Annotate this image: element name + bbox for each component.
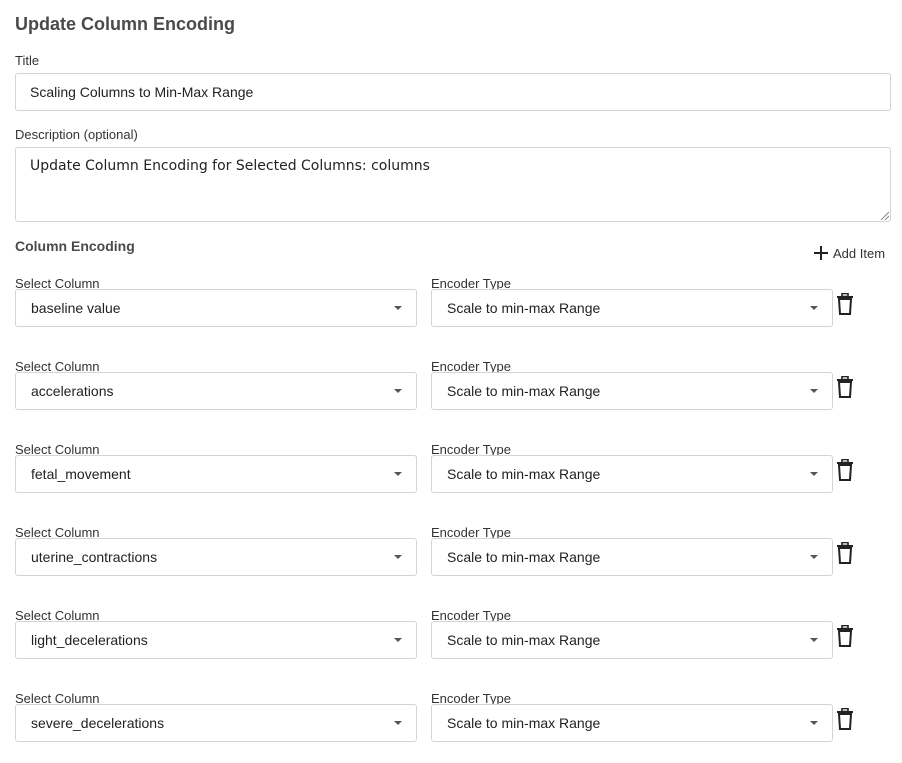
encoder-type-value: Scale to min-max Range [447, 715, 601, 731]
column-select-value: uterine_contractions [31, 549, 158, 565]
encoder-type-value: Scale to min-max Range [447, 383, 601, 399]
update-column-encoding-dialog: Update Column Encoding Title Description… [0, 0, 902, 763]
trash-icon [837, 292, 853, 315]
encoder-type-value: Scale to min-max Range [447, 300, 601, 316]
column-select[interactable]: light_decelerations [15, 621, 417, 659]
encoding-row: Select Column uterine_contractions Encoder… [0, 525, 902, 605]
caret-down-icon [394, 306, 402, 310]
encoding-row: Select Column baseline value Encoder Type S… [0, 276, 902, 356]
caret-down-icon [810, 555, 818, 559]
description-wrapper: Update Column Encoding for Selected Colu… [15, 147, 891, 222]
trash-icon [837, 541, 853, 564]
column-select[interactable]: severe_decelerations [15, 704, 417, 742]
trash-icon [837, 458, 853, 481]
column-select-value: light_decelerations [31, 632, 148, 648]
column-select-value: severe_decelerations [31, 715, 165, 731]
encoding-row: Select Column fetal_movement Encoder Type S… [0, 442, 902, 522]
column-encoding-title: Column Encoding [15, 238, 135, 254]
column-select-value: baseline value [31, 300, 121, 316]
add-item-button[interactable]: Add Item [813, 243, 885, 263]
encoder-type-value: Scale to min-max Range [447, 632, 601, 648]
trash-icon [837, 707, 853, 730]
caret-down-icon [810, 638, 818, 642]
encoder-type-select[interactable]: Scale to min-max Range [431, 455, 833, 493]
caret-down-icon [810, 721, 818, 725]
caret-down-icon [394, 389, 402, 393]
encoder-type-select[interactable]: Scale to min-max Range [431, 289, 833, 327]
encoder-type-select[interactable]: Scale to min-max Range [431, 538, 833, 576]
caret-down-icon [810, 306, 818, 310]
trash-icon [837, 375, 853, 398]
column-select[interactable]: fetal_movement [15, 455, 417, 493]
caret-down-icon [394, 638, 402, 642]
caret-down-icon [394, 555, 402, 559]
encoding-row: Select Column light_decelerations Encoder … [0, 608, 902, 688]
column-select-value: fetal_movement [31, 466, 131, 482]
description-textarea[interactable]: Update Column Encoding for Selected Colu… [15, 147, 891, 222]
encoder-type-value: Scale to min-max Range [447, 466, 601, 482]
description-label: Description (optional) [15, 127, 138, 142]
trash-icon [837, 624, 853, 647]
encoding-row: Select Column severe_decelerations Encoder… [0, 691, 902, 763]
title-input[interactable] [15, 73, 891, 111]
delete-row-button[interactable] [836, 707, 854, 730]
column-select[interactable]: accelerations [15, 372, 417, 410]
plus-icon [814, 246, 828, 260]
add-item-label: Add Item [833, 245, 886, 261]
caret-down-icon [394, 721, 402, 725]
encoder-type-select[interactable]: Scale to min-max Range [431, 704, 833, 742]
delete-row-button[interactable] [836, 375, 854, 398]
column-select-value: accelerations [31, 383, 114, 399]
delete-row-button[interactable] [836, 458, 854, 481]
caret-down-icon [394, 472, 402, 476]
column-select[interactable]: uterine_contractions [15, 538, 417, 576]
delete-row-button[interactable] [836, 541, 854, 564]
delete-row-button[interactable] [836, 624, 854, 647]
title-label: Title [15, 53, 40, 68]
caret-down-icon [810, 472, 818, 476]
encoder-type-value: Scale to min-max Range [447, 549, 601, 565]
resize-grip-icon[interactable] [880, 211, 889, 220]
encoder-type-select[interactable]: Scale to min-max Range [431, 372, 833, 410]
encoder-type-select[interactable]: Scale to min-max Range [431, 621, 833, 659]
encoding-row: Select Column accelerations Encoder Type Sc… [0, 359, 902, 439]
caret-down-icon [810, 389, 818, 393]
delete-row-button[interactable] [836, 292, 854, 315]
column-select[interactable]: baseline value [15, 289, 417, 327]
dialog-title: Update Column Encoding [15, 14, 235, 34]
